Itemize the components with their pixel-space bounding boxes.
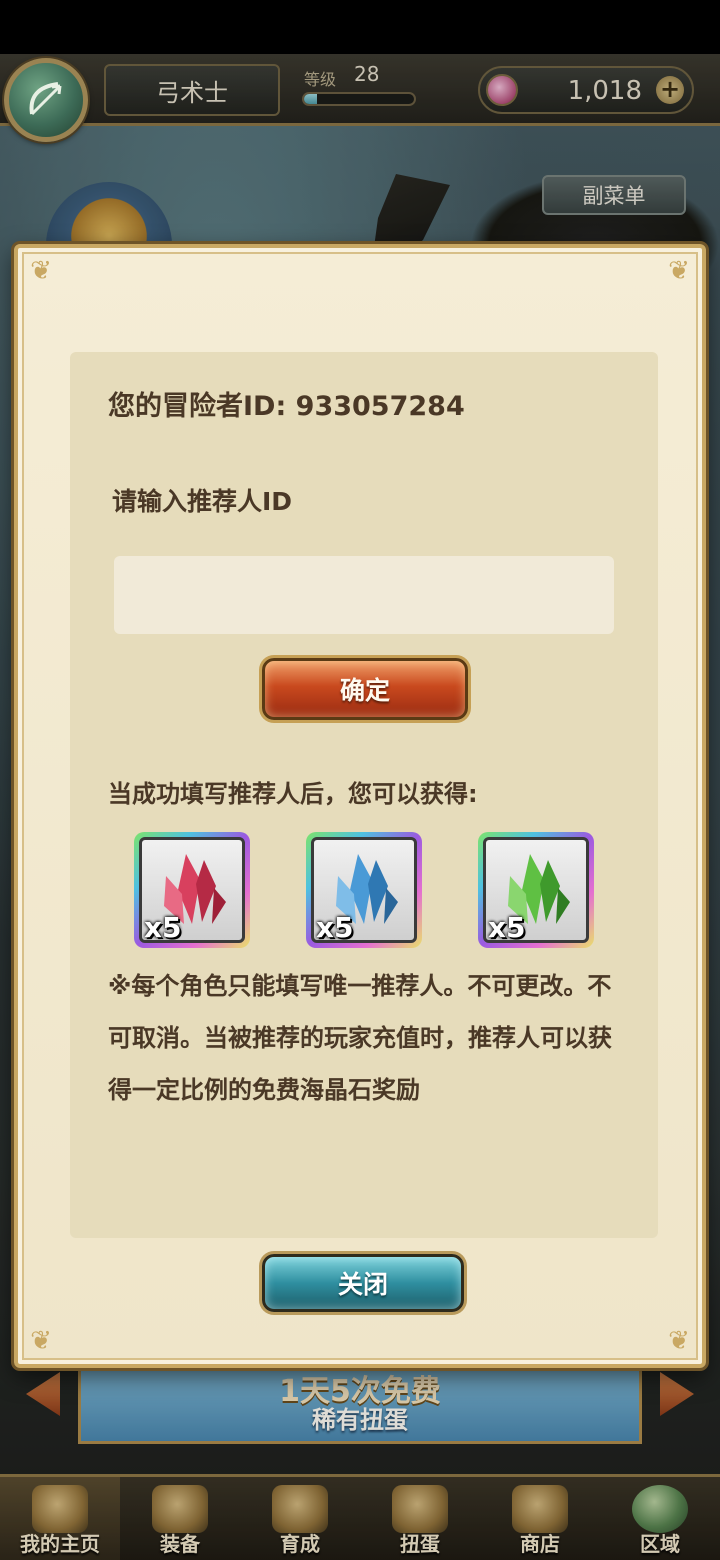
notice-line: 得一定比例的免费海晶石奖励 bbox=[108, 1076, 420, 1104]
close-button[interactable]: 关闭 bbox=[262, 1254, 464, 1312]
ornament-corner-icon: ❦ bbox=[668, 1326, 690, 1356]
adventurer-id: 您的冒险者ID: 933057284 bbox=[108, 391, 465, 422]
referrer-prompt: 请输入推荐人ID bbox=[112, 487, 293, 516]
notice-line: ※每个角色只能填写唯一推荐人。不可更改。不 bbox=[108, 972, 612, 1000]
reward-item-green-crystal[interactable]: x5 bbox=[478, 832, 594, 948]
reward-quantity: x5 bbox=[488, 911, 526, 943]
reward-quantity: x5 bbox=[144, 911, 182, 943]
referral-notice: ※每个角色只能填写唯一推荐人。不可更改。不 可取消。当被推荐的玩家充值时，推荐人… bbox=[108, 960, 632, 1116]
ornament-corner-icon: ❦ bbox=[668, 256, 690, 286]
reward-quantity: x5 bbox=[316, 911, 354, 943]
notice-line: 可取消。当被推荐的玩家充值时，推荐人可以获 bbox=[108, 1024, 612, 1052]
reward-item-red-crystal[interactable]: x5 bbox=[134, 832, 250, 948]
referral-panel: 您的冒险者ID: 933057284 请输入推荐人ID 确定 当成功填写推荐人后… bbox=[70, 352, 658, 1238]
referrer-id-input[interactable] bbox=[114, 556, 614, 634]
referral-dialog: ❦ ❦ ❦ ❦ 您的冒险者ID: 933057284 请输入推荐人ID 确定 当… bbox=[14, 244, 706, 1368]
ornament-corner-icon: ❦ bbox=[30, 256, 52, 286]
confirm-button[interactable]: 确定 bbox=[262, 658, 468, 720]
ornament-corner-icon: ❦ bbox=[30, 1326, 52, 1356]
archer-class-emblem[interactable] bbox=[4, 58, 88, 142]
reward-caption: 当成功填写推荐人后，您可以获得: bbox=[108, 780, 478, 808]
reward-item-blue-crystal[interactable]: x5 bbox=[306, 832, 422, 948]
bow-arrow-icon bbox=[29, 82, 62, 116]
